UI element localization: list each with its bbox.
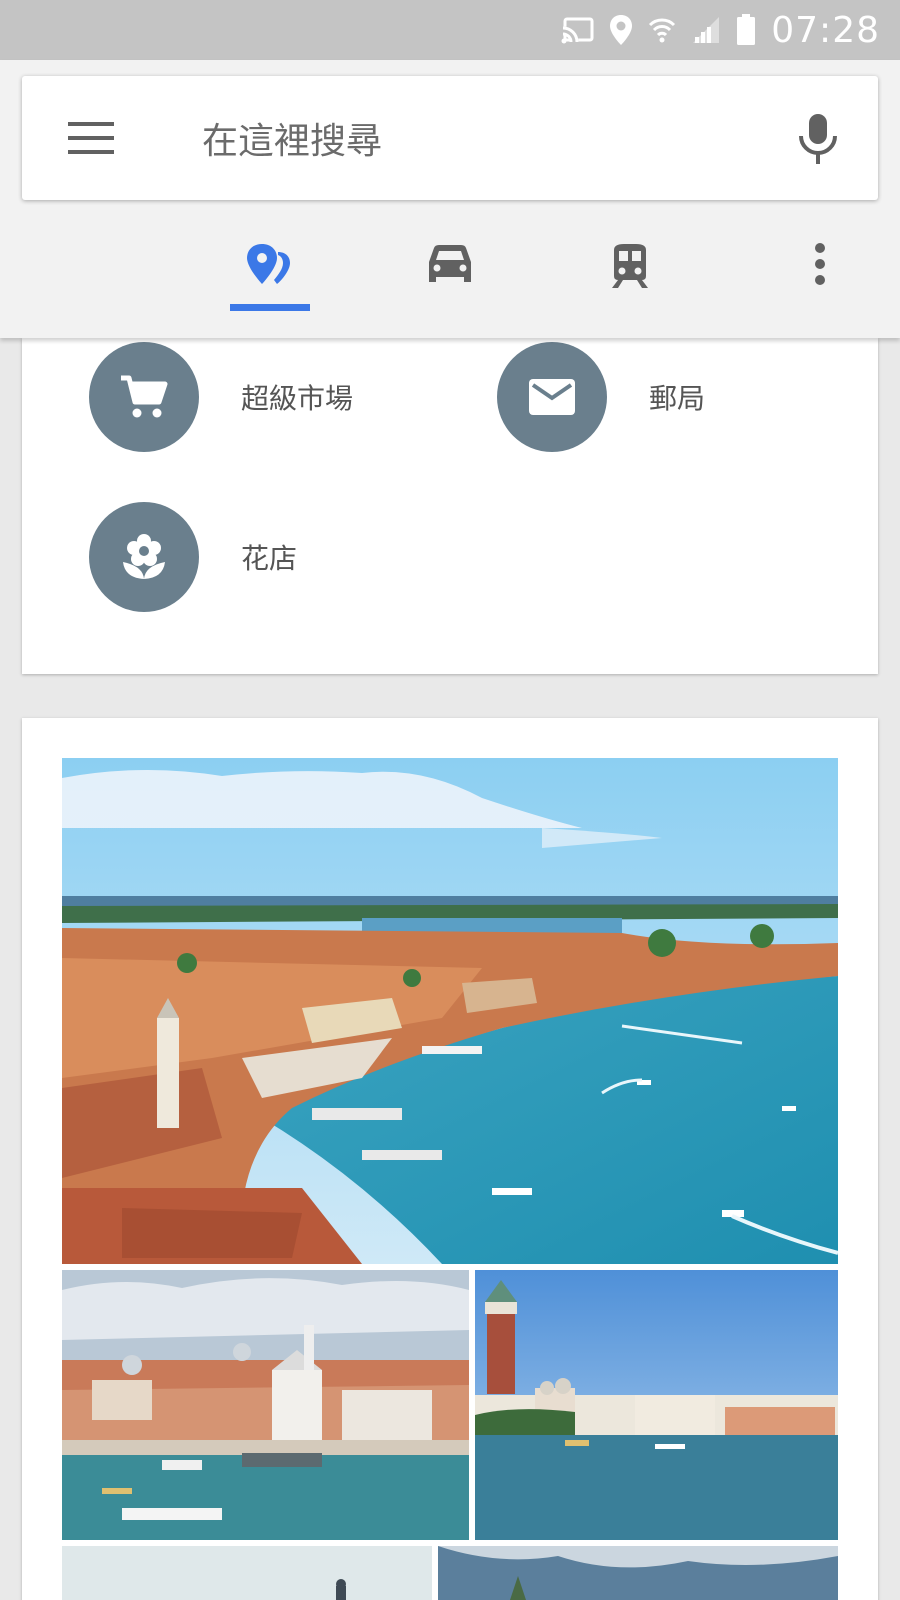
venice-photo-4-image [62,1546,432,1600]
signal-icon [693,17,720,43]
hamburger-menu-icon [68,122,114,154]
venice-campanile-image [475,1270,838,1540]
category-supermarket[interactable]: 超級市場 [89,342,353,452]
wifi-icon [649,18,676,43]
cart-icon [121,375,168,418]
mail-icon [529,379,575,415]
location-icon [610,15,633,45]
search-input[interactable]: 在這裡搜尋 [202,112,382,164]
category-icon-circle [497,342,607,452]
explore-pin-icon [247,244,290,284]
mode-tabs [0,220,900,338]
photo-card [22,718,878,1600]
category-florist[interactable]: 花店 [89,502,297,612]
photo-venice-5[interactable] [438,1546,838,1600]
category-icon-circle [89,342,199,452]
category-label: 郵局 [649,382,706,415]
category-label: 超級市場 [241,382,354,415]
mic-icon [799,114,837,164]
app-header: 在這裡搜尋 [0,60,900,338]
voice-search-button[interactable] [788,108,848,168]
category-icon-circle [89,502,199,612]
status-icons: 07:28 [561,9,880,51]
menu-button[interactable] [66,114,116,162]
tab-driving[interactable] [410,220,490,320]
category-post-office[interactable]: 郵局 [497,342,705,452]
battery-icon [737,14,756,45]
photo-venice-4[interactable] [62,1546,432,1600]
cast-icon [561,17,594,44]
status-time: 07:28 [771,9,880,51]
train-icon [612,244,648,288]
search-bar[interactable]: 在這裡搜尋 [22,76,878,200]
tab-more[interactable] [780,220,860,320]
venice-church-image [62,1270,469,1540]
category-card: 超級市場 郵局 花店 [22,338,878,674]
car-icon [429,245,471,282]
photo-venice-campanile[interactable] [475,1270,838,1540]
photo-venice-panorama[interactable] [62,758,838,1264]
more-vert-icon [815,243,825,285]
venice-photo-5-image [438,1546,838,1600]
active-tab-indicator [230,304,310,311]
venice-panorama-image [62,758,838,1264]
flower-icon [123,534,165,579]
status-bar: 07:28 [0,0,900,60]
photo-venice-church-waterfront[interactable] [62,1270,469,1540]
tab-transit[interactable] [590,220,670,320]
category-label: 花店 [241,542,298,575]
